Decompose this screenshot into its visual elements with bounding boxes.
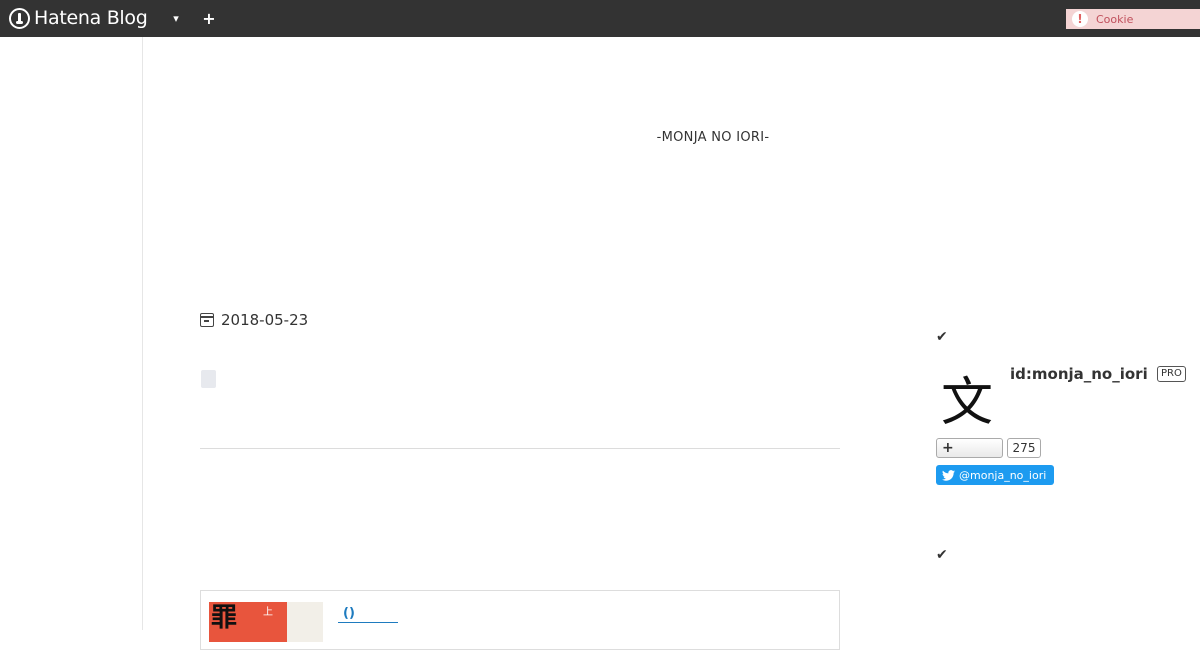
thumbnail-cover-right (287, 602, 323, 642)
profile-id-link[interactable]: id:monja_no_iori (1010, 365, 1148, 383)
plus-icon: + (202, 8, 216, 28)
entry-date[interactable]: 2018-05-23 (199, 311, 309, 329)
blog-title[interactable]: -MONJA NO IORI- (600, 130, 826, 145)
check-icon: ✔ (936, 547, 948, 563)
twitter-bird-icon (942, 469, 955, 481)
twitter-handle: @monja_no_iori (959, 468, 1047, 482)
content-border (142, 37, 143, 630)
thumbnail-glyph: 罪 (211, 603, 238, 633)
check-icon: ✔ (936, 329, 948, 345)
embed-title-link[interactable]: () (338, 606, 398, 623)
cookie-notice[interactable]: ! Cookie (1066, 9, 1200, 29)
entry-divider (200, 448, 840, 449)
cookie-label: Cookie (1096, 12, 1134, 26)
follow-button[interactable]: + (936, 438, 1003, 458)
pro-badge: PRO (1157, 366, 1186, 382)
add-button[interactable]: + (196, 5, 222, 31)
follower-count: 275 (1007, 438, 1041, 458)
plus-icon: + (942, 440, 954, 456)
embed-thumbnail[interactable]: 罪 上 (209, 602, 323, 642)
exclamation-icon: ! (1072, 11, 1088, 27)
hatena-logo-icon (9, 7, 30, 29)
global-header: Hatena Blog ▾ + ! Cookie (0, 0, 1200, 37)
brand-name: Hatena Blog (34, 7, 148, 29)
calendar-icon (199, 313, 214, 327)
hatena-blog-logo[interactable]: Hatena Blog (9, 6, 148, 30)
twitter-follow-button[interactable]: @monja_no_iori (936, 465, 1054, 485)
entry-category-tag[interactable] (201, 370, 216, 388)
entry-date-text: 2018-05-23 (221, 311, 309, 329)
embed-card[interactable]: 罪 上 () (200, 590, 840, 650)
thumbnail-small-glyph: 上 (263, 607, 273, 618)
avatar[interactable]: 文 (936, 366, 998, 433)
blog-menu-button[interactable]: ▾ (163, 5, 189, 31)
caret-down-icon: ▾ (173, 11, 179, 25)
